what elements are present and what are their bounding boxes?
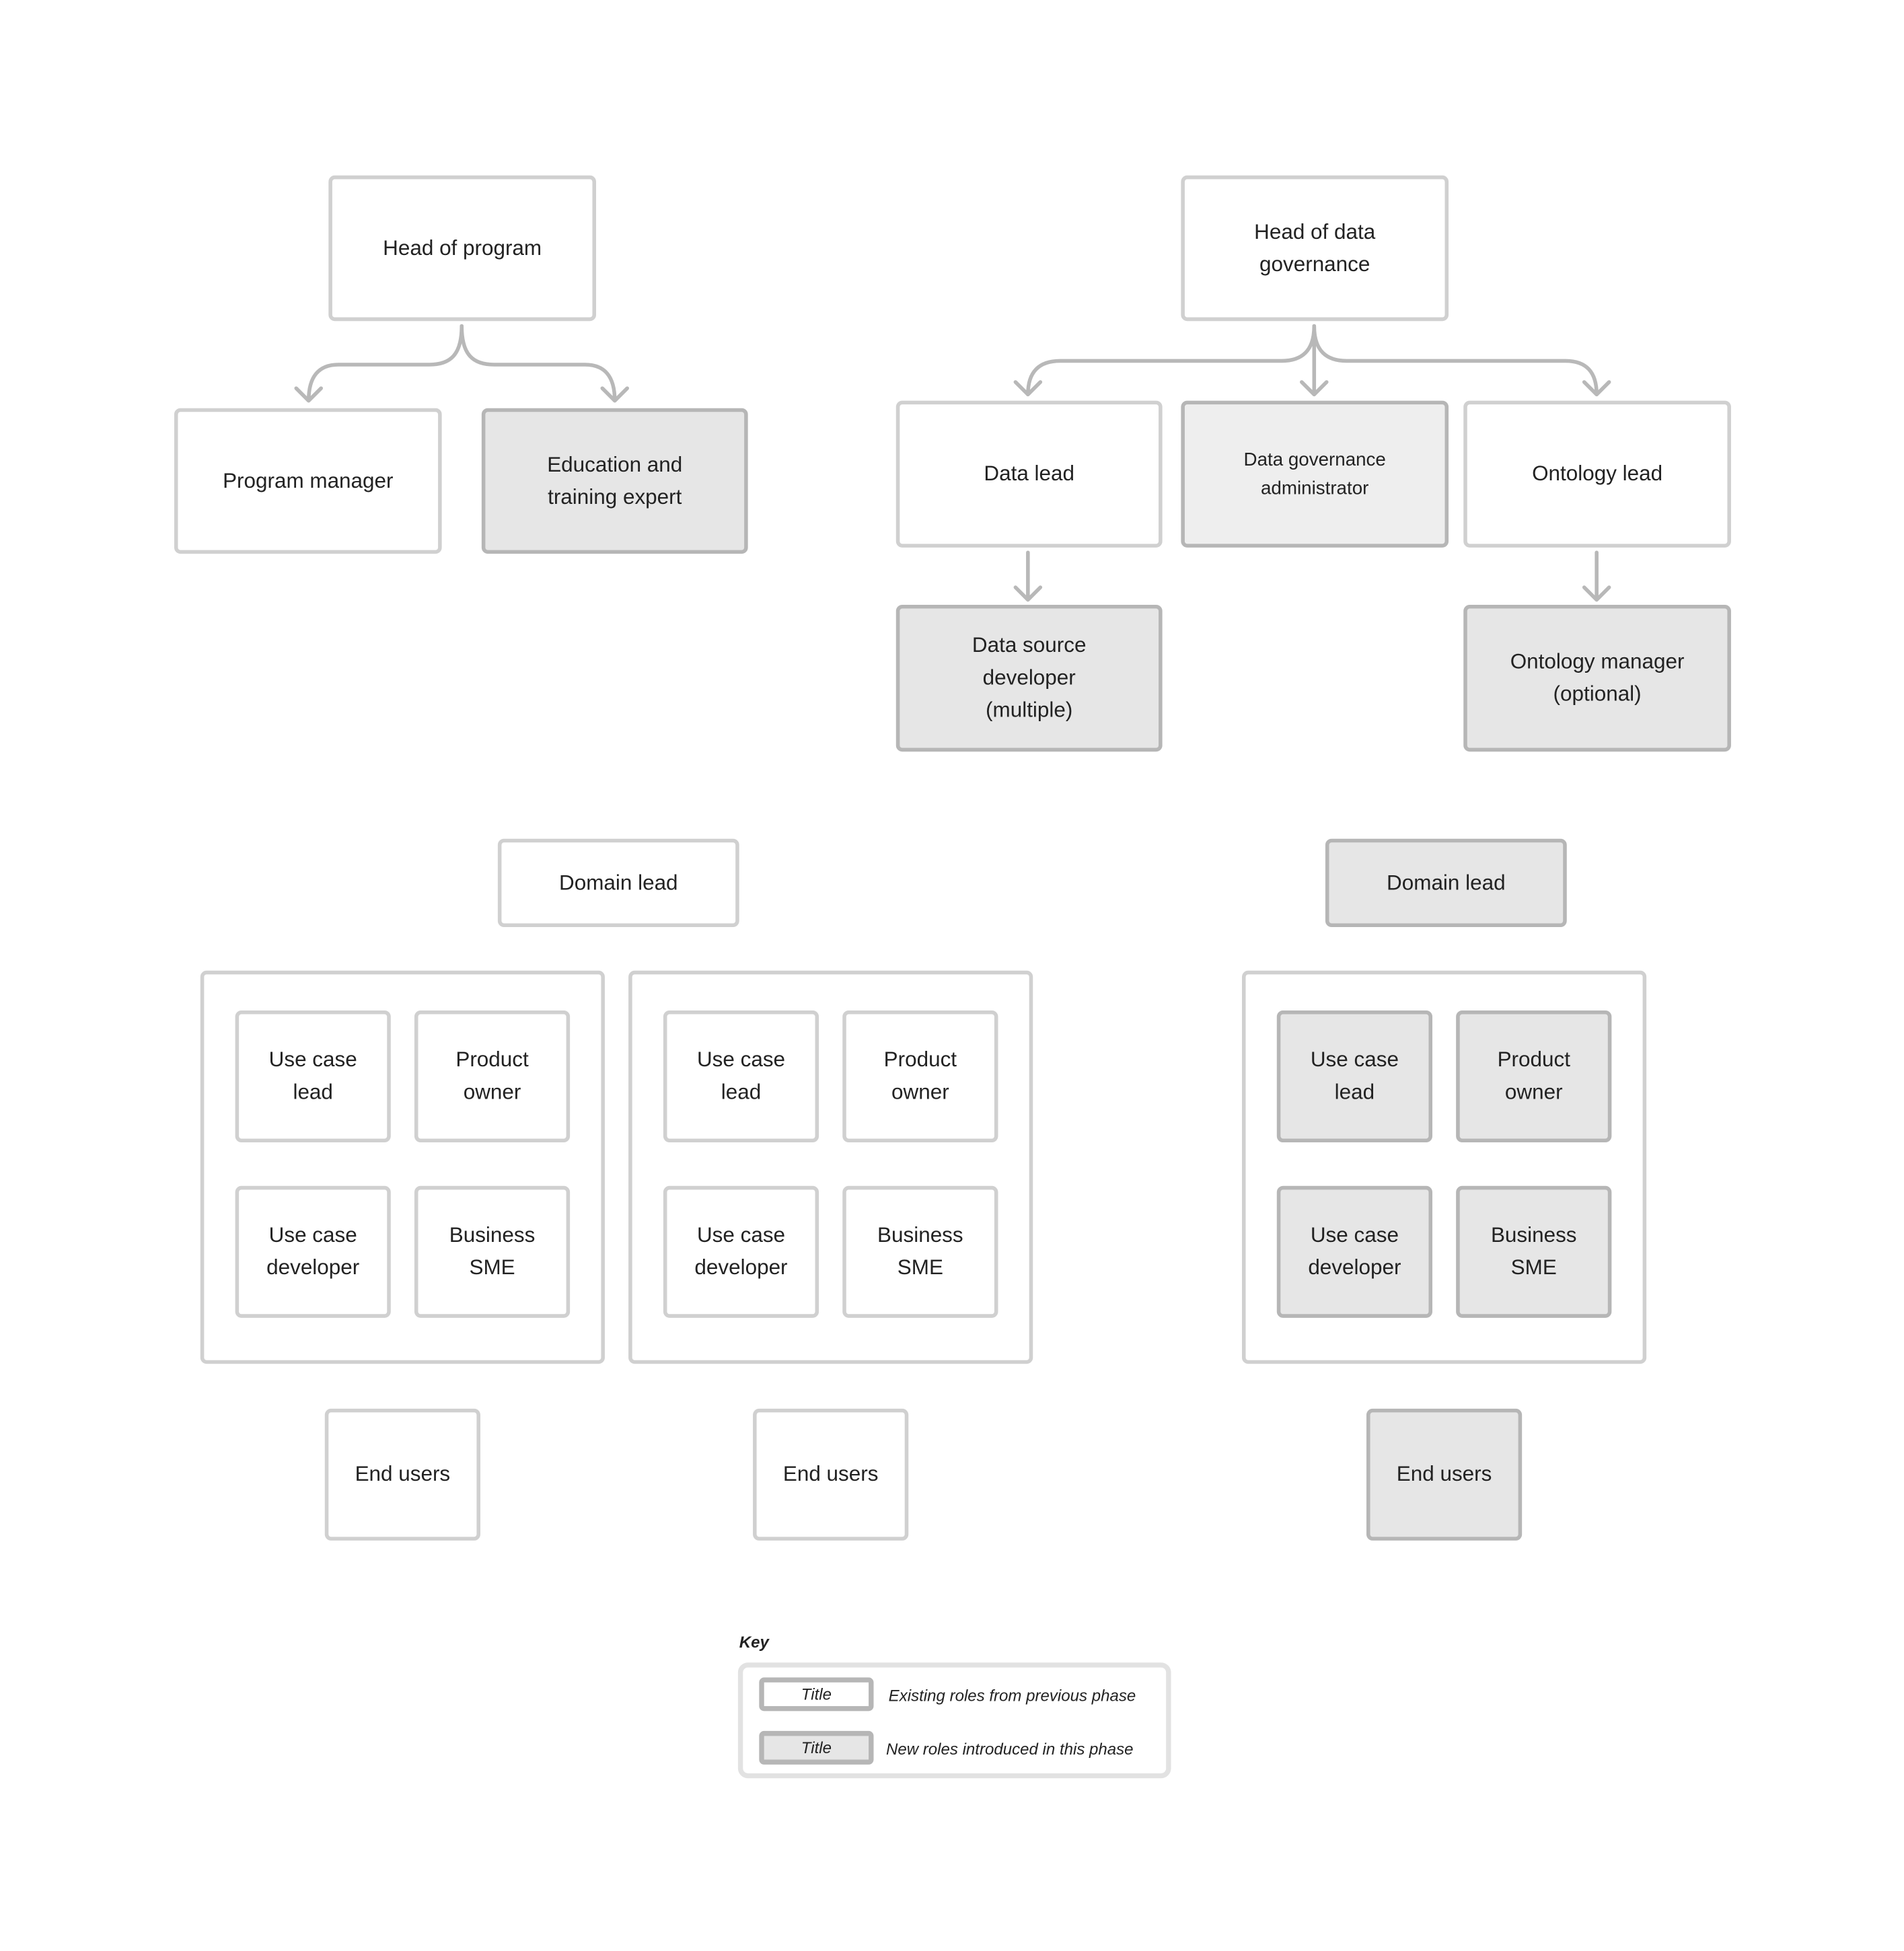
role-label: Program manager	[223, 468, 394, 492]
data-lead-box: Data lead	[895, 400, 1163, 548]
connector-data-lead	[1013, 324, 1317, 397]
key-label: Key	[739, 1632, 769, 1652]
key-legend: Title Existing roles from previous phase…	[737, 1662, 1171, 1779]
business-sme-box: Business SME	[842, 1185, 998, 1318]
role-label: Product owner	[455, 1047, 529, 1104]
role-label: Data lead	[984, 462, 1075, 486]
use-case-developer-box: Use case developer	[1276, 1185, 1433, 1318]
data-source-developer-box: Data source developer (multiple)	[895, 604, 1163, 752]
program-manager-box: Program manager	[174, 408, 442, 554]
role-label: Product owner	[1497, 1047, 1570, 1104]
role-label: Head of program	[383, 235, 542, 260]
role-label: Use case developer	[694, 1223, 788, 1280]
end-users-box: End users	[324, 1408, 480, 1541]
role-label: Use case developer	[266, 1223, 360, 1280]
end-users-box: End users	[1366, 1408, 1523, 1541]
use-case-lead-box: Use case lead	[235, 1010, 391, 1143]
role-label: Domain lead	[1387, 870, 1506, 895]
role-label: Use case developer	[1308, 1223, 1401, 1280]
use-case-lead-box: Use case lead	[1276, 1010, 1433, 1143]
connector-data-source-dev	[1013, 550, 1043, 602]
product-owner-box: Product owner	[414, 1010, 571, 1143]
role-label: End users	[782, 1462, 879, 1486]
role-label: Domain lead	[559, 870, 678, 895]
use-case-developer-box: Use case developer	[235, 1185, 391, 1318]
role-label: Data source developer (multiple)	[972, 633, 1087, 722]
connector-ontology-manager	[1582, 550, 1611, 602]
product-owner-box: Product owner	[1456, 1010, 1612, 1143]
end-users-box: End users	[753, 1408, 909, 1541]
role-label: End users	[1396, 1462, 1492, 1486]
connector-ontology-lead	[1312, 324, 1611, 397]
product-owner-box: Product owner	[842, 1010, 998, 1143]
org-diagram: Head of program Program manager Educatio…	[0, 0, 1904, 1951]
role-label: Data governance administrator	[1243, 449, 1386, 499]
role-label: Ontology manager (optional)	[1510, 649, 1685, 706]
role-label: Ontology lead	[1532, 462, 1663, 486]
head-of-program-box: Head of program	[328, 175, 597, 322]
connector-program-manager	[294, 324, 464, 403]
new-legend-text: New roles introduced in this phase	[885, 1739, 1134, 1759]
role-label: End users	[355, 1462, 451, 1486]
role-label: Head of data governance	[1254, 219, 1376, 276]
role-label: Business SME	[449, 1223, 536, 1280]
role-label: Use case lead	[1310, 1047, 1399, 1104]
education-expert-box: Education and training expert	[481, 408, 748, 554]
role-label: Use case lead	[696, 1047, 786, 1104]
role-label: Education and training expert	[547, 452, 683, 509]
role-label: Product owner	[883, 1047, 957, 1104]
business-sme-box: Business SME	[1456, 1185, 1612, 1318]
use-case-lead-box: Use case lead	[663, 1010, 819, 1143]
role-label: Business SME	[1490, 1223, 1577, 1280]
domain-lead-box-new: Domain lead	[1325, 838, 1567, 928]
connector-education	[460, 324, 630, 403]
ontology-lead-box: Ontology lead	[1463, 400, 1731, 548]
head-of-data-governance-box: Head of data governance	[1181, 175, 1449, 322]
data-governance-admin-box: Data governance administrator	[1181, 400, 1449, 548]
use-case-developer-box: Use case developer	[663, 1185, 819, 1318]
role-label: Use case lead	[268, 1047, 357, 1104]
existing-sample-box: Title	[759, 1677, 874, 1711]
domain-lead-box: Domain lead	[497, 838, 739, 928]
role-label: Business SME	[877, 1223, 963, 1280]
new-sample-box: Title	[759, 1730, 874, 1765]
business-sme-box: Business SME	[414, 1185, 571, 1318]
existing-legend-text: Existing roles from previous phase	[888, 1686, 1136, 1705]
ontology-manager-box: Ontology manager (optional)	[1463, 604, 1731, 752]
